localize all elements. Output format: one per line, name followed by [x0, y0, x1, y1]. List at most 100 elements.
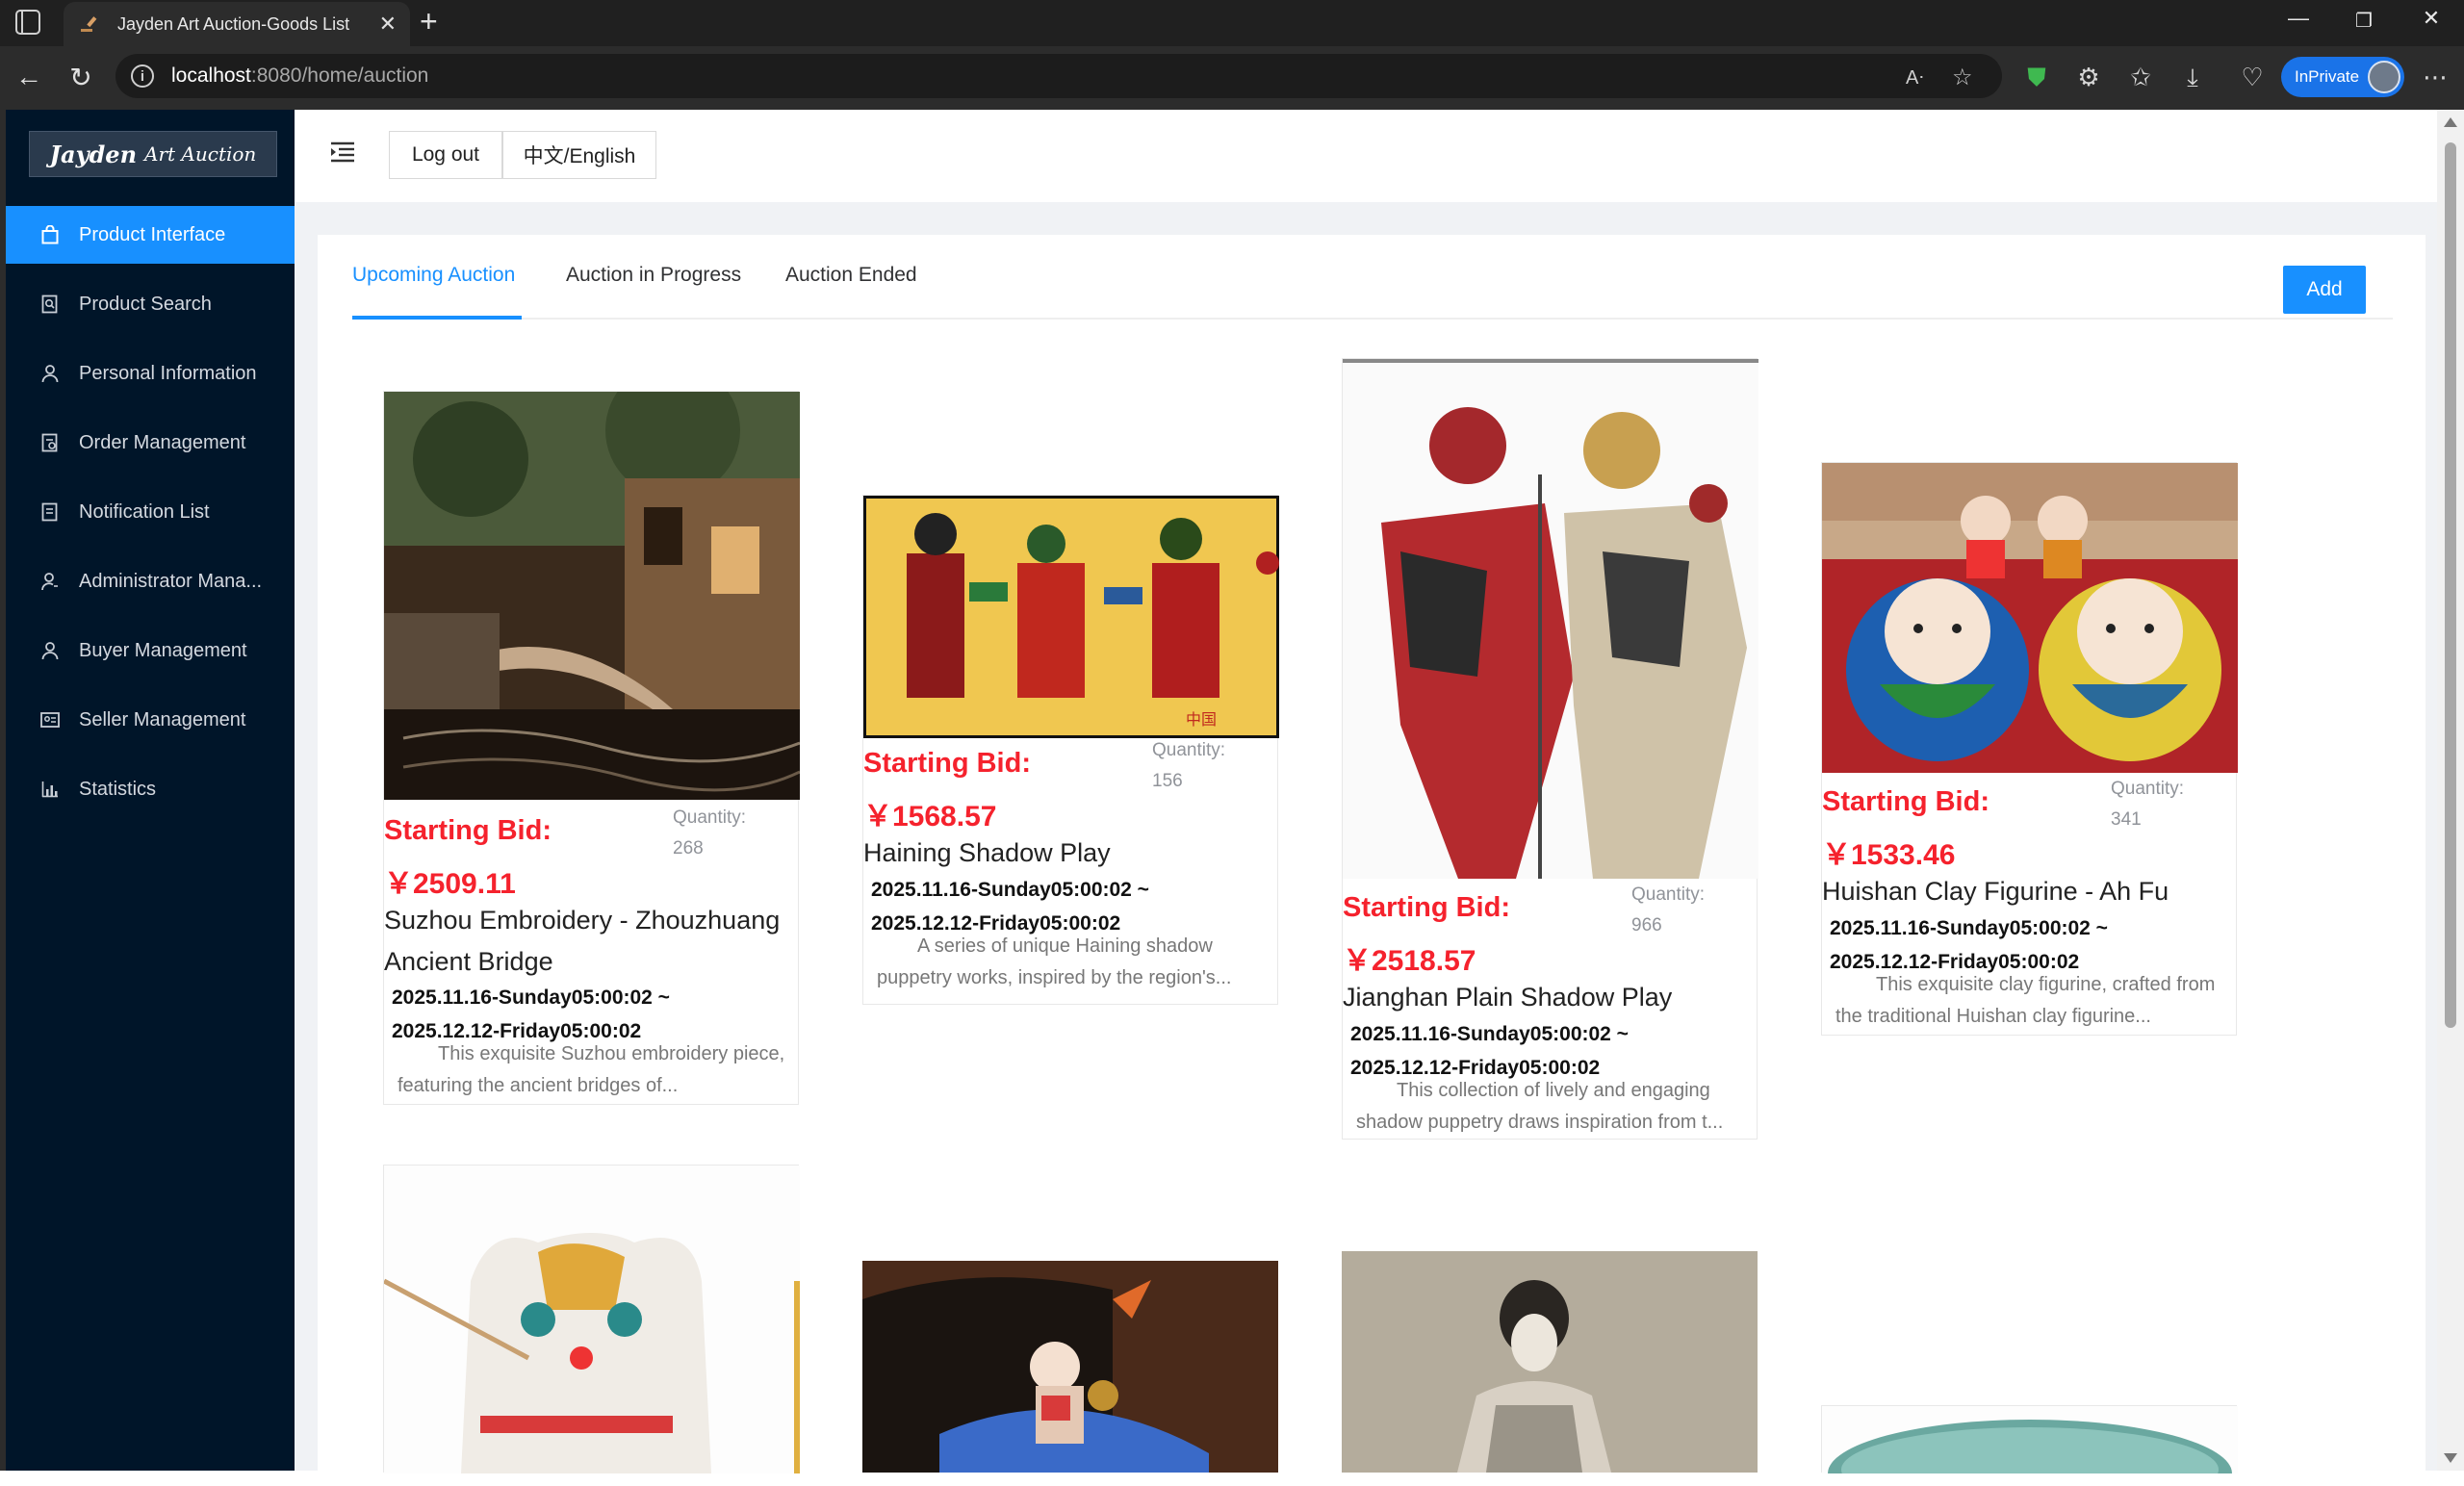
refresh-icon[interactable]: ↻ — [64, 62, 98, 93]
product-name-line: Huishan Clay Figurine - Ah Fu — [1822, 877, 2169, 906]
scrollbar-thumb[interactable] — [2445, 142, 2456, 1028]
sidebar-item-administrator-management[interactable]: Administrator Mana... — [6, 552, 295, 610]
site-info-icon[interactable]: i — [131, 64, 154, 88]
bar-chart-icon — [40, 780, 60, 799]
tab-auction-ended[interactable]: Auction Ended — [785, 264, 917, 287]
add-button[interactable]: Add — [2283, 266, 2366, 314]
order-icon — [40, 433, 60, 452]
product-name[interactable]: Haining Shadow Play — [863, 833, 1279, 874]
product-card[interactable] — [1821, 1405, 2238, 1486]
product-name[interactable]: Jianghan Plain Shadow Play — [1343, 977, 1758, 1018]
sidebar-item-label: Order Management — [79, 431, 246, 453]
admin-icon — [40, 572, 60, 591]
scroll-down-icon[interactable] — [2444, 1453, 2457, 1463]
product-description-line: the traditional Huishan clay figurine... — [1835, 1006, 2151, 1027]
app-root: Jayden Art Auction Product Interface Pro… — [0, 110, 2464, 1486]
product-description-line: This exquisite Suzhou embroidery piece, — [438, 1043, 785, 1064]
extensions-icon[interactable]: ⚙ — [2071, 63, 2106, 92]
tab-upcoming-auction[interactable]: Upcoming Auction — [352, 264, 515, 287]
tab-auction-in-progress[interactable]: Auction in Progress — [566, 264, 741, 287]
sidebar-item-product-search[interactable]: Product Search — [6, 275, 295, 333]
sidebar-item-label: Personal Information — [79, 362, 257, 384]
sidebar-item-personal-information[interactable]: Personal Information — [6, 345, 295, 402]
sidebar-item-order-management[interactable]: Order Management — [6, 414, 295, 472]
language-toggle-button[interactable]: 中文/English — [502, 131, 656, 179]
sidebar-item-label: Administrator Mana... — [79, 570, 263, 592]
quantity-label: Quantity: — [1152, 740, 1226, 760]
address-bar[interactable]: i localhost:8080/home/auction Aᐧ ☆ — [116, 54, 2002, 98]
downloads-icon[interactable]: ⤓ — [2175, 63, 2210, 93]
url-host: localhost — [171, 64, 251, 87]
product-image[interactable] — [1342, 1251, 1758, 1473]
product-description-line: This exquisite clay figurine, crafted fr… — [1876, 974, 2216, 995]
close-window-icon[interactable]: ✕ — [2412, 6, 2451, 31]
product-image[interactable] — [1822, 463, 2238, 773]
minimize-icon[interactable]: — — [2279, 6, 2318, 31]
starting-bid-price: ￥1533.46 — [1822, 839, 1956, 871]
product-image[interactable] — [384, 363, 801, 800]
document-icon — [40, 502, 60, 522]
sidebar-item-label: Notification List — [79, 500, 210, 523]
product-name-line: Ancient Bridge — [384, 947, 553, 976]
quantity-value: 156 — [1152, 771, 1183, 791]
user-icon — [40, 641, 60, 660]
quantity-label: Quantity: — [673, 807, 747, 828]
logout-button[interactable]: Log out — [389, 131, 502, 179]
shield-extension-icon[interactable]: ⛊ — [2019, 63, 2054, 93]
product-image[interactable]: 中国 — [863, 496, 1279, 738]
starting-bid-label: Starting Bid: — [1822, 786, 1989, 817]
sidebar: Jayden Art Auction Product Interface Pro… — [6, 110, 295, 1471]
sidebar-item-statistics[interactable]: Statistics — [6, 760, 295, 818]
product-card[interactable]: Starting Bid: Quantity: 966 ￥2518.57 Jia… — [1342, 358, 1758, 1140]
browser-tab[interactable]: Jayden Art Auction-Goods List ✕ — [64, 2, 410, 46]
sidebar-item-seller-management[interactable]: Seller Management — [6, 691, 295, 749]
product-card[interactable]: Starting Bid: Quantity: 341 ￥1533.46 Hui… — [1821, 462, 2238, 1036]
browser-titlebar: Jayden Art Auction-Goods List ✕ + — ❐ ✕ — [0, 0, 2464, 46]
sidebar-menu: Product Interface Product Search Persona… — [6, 206, 295, 830]
inprivate-label: InPrivate — [2295, 67, 2360, 86]
sidebar-item-label: Statistics — [79, 778, 157, 800]
page-scrollbar[interactable] — [2437, 110, 2464, 1471]
sidebar-item-product-interface[interactable]: Product Interface — [6, 206, 295, 264]
product-name[interactable]: Huishan Clay Figurine - Ah Fu — [1822, 871, 2238, 912]
gavel-favicon-icon — [77, 12, 102, 37]
sidebar-item-label: Buyer Management — [79, 639, 247, 661]
inprivate-badge[interactable]: InPrivate — [2281, 57, 2404, 97]
product-name-line: Haining Shadow Play — [863, 838, 1111, 867]
product-image[interactable] — [1822, 1406, 2238, 1486]
browser-essentials-icon[interactable]: ♡ — [2235, 63, 2270, 92]
product-description-line: This collection of lively and engaging — [1397, 1080, 1710, 1101]
starting-bid-label: Starting Bid: — [384, 815, 552, 846]
more-menu-icon[interactable]: ⋯ — [2418, 63, 2452, 92]
active-tab-indicator — [352, 316, 522, 320]
product-name-line: Suzhou Embroidery - Zhouzhuang — [384, 906, 781, 935]
favorites-icon[interactable]: ✩ — [2123, 63, 2158, 92]
sidebar-item-label: Seller Management — [79, 708, 246, 730]
url-path: :8080/home/auction — [250, 64, 429, 87]
menu-fold-icon[interactable] — [329, 141, 356, 164]
restore-icon[interactable]: ❐ — [2345, 9, 2383, 33]
product-name-line: Jianghan Plain Shadow Play — [1343, 983, 1673, 1012]
tab-actions-icon[interactable] — [15, 10, 40, 35]
favorite-star-icon[interactable]: ☆ — [1952, 64, 1973, 91]
quantity-label: Quantity: — [2111, 779, 2185, 799]
product-card[interactable]: Starting Bid: Quantity: 268 ￥2509.11 Suz… — [383, 363, 801, 1105]
sidebar-item-notification-list[interactable]: Notification List — [6, 483, 295, 541]
product-image[interactable] — [1343, 359, 1758, 879]
product-image[interactable] — [382, 1166, 800, 1473]
close-tab-icon[interactable]: ✕ — [379, 12, 397, 37]
product-card[interactable] — [382, 1165, 800, 1473]
back-icon[interactable]: ← — [12, 62, 46, 92]
sidebar-item-label: Product Search — [79, 293, 212, 315]
product-image[interactable] — [862, 1261, 1278, 1473]
read-aloud-icon[interactable]: Aᐧ — [1906, 65, 1923, 90]
quantity-value: 268 — [673, 838, 704, 858]
product-name[interactable]: Suzhou Embroidery - Zhouzhuang Ancient B… — [384, 900, 800, 983]
sidebar-item-buyer-management[interactable]: Buyer Management — [6, 622, 295, 679]
product-card[interactable]: 中国 Starting Bid: Quantity: 156 ￥1568.57 … — [862, 495, 1279, 1005]
app-logo[interactable]: Jayden Art Auction — [29, 131, 277, 177]
product-card[interactable] — [862, 1261, 1278, 1473]
product-card[interactable] — [1342, 1251, 1758, 1473]
scroll-up-icon[interactable] — [2444, 117, 2457, 127]
new-tab-icon[interactable]: + — [420, 4, 438, 39]
